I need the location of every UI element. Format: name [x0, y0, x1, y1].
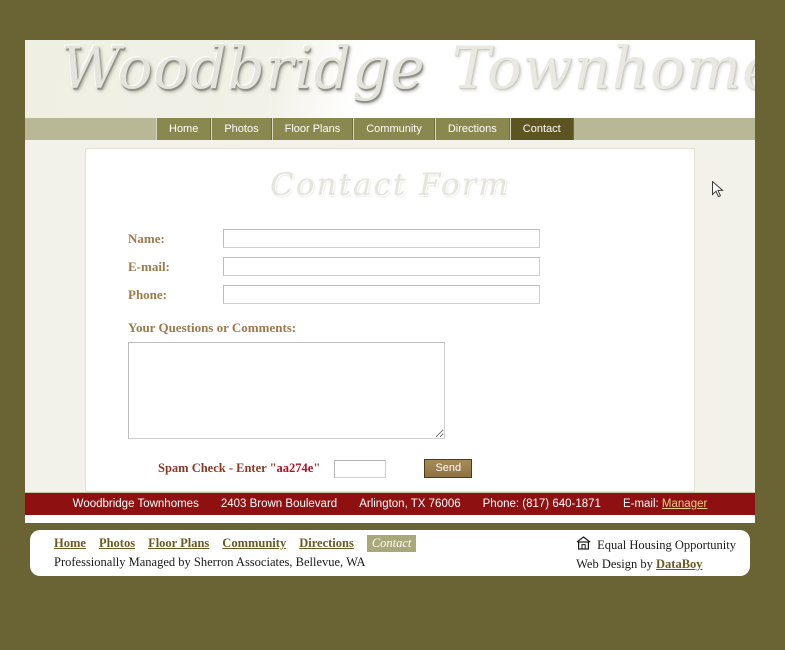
form-row-name: Name: — [128, 229, 694, 248]
nav-item-contact[interactable]: Contact — [509, 118, 574, 140]
manager-email-link[interactable]: Manager — [662, 498, 707, 510]
address-band: Woodbridge Townhomes 2403 Brown Boulevar… — [25, 492, 755, 515]
phone-input[interactable] — [223, 285, 540, 304]
form-row-email: E-mail: — [128, 257, 694, 276]
equal-housing-row: Equal Housing Opportunity — [576, 536, 736, 555]
footer-left: Home Photos Floor Plans Community Direct… — [44, 535, 417, 570]
footer-link-contact[interactable]: Contact — [366, 535, 417, 552]
logo-word-townhomes: Townhomes — [451, 40, 755, 102]
logo-word-woodbridge: Woodbridge — [61, 40, 426, 102]
footer-right: Equal Housing Opportunity Web Design by … — [576, 536, 736, 572]
browser-page: Woodbridge Townhomes Home Photos Floor Pl… — [25, 40, 755, 523]
property-phone: Phone: (817) 640-1871 — [482, 498, 601, 510]
comments-label: Your Questions or Comments: — [128, 320, 297, 335]
comments-textarea[interactable] — [128, 342, 445, 439]
footer-navigation: Home Photos Floor Plans Community Direct… — [54, 535, 417, 552]
contact-form: Name: E-mail: Phone: Your Questions or C… — [128, 229, 694, 478]
spam-check-label: Spam Check - Enter "aa274e" — [158, 461, 320, 476]
nav-item-floor-plans[interactable]: Floor Plans — [271, 118, 354, 140]
spam-prefix-text: Spam Check - Enter " — [158, 461, 277, 475]
footer-box: Home Photos Floor Plans Community Direct… — [30, 530, 750, 576]
name-input[interactable] — [223, 229, 540, 248]
property-street: 2403 Brown Boulevard — [220, 498, 338, 510]
nav-item-photos[interactable]: Photos — [211, 118, 272, 140]
web-design-credit: Web Design by DataBoy — [576, 557, 736, 572]
email-label: E-mail: — [128, 258, 170, 274]
spam-check-code: aa274e — [276, 461, 314, 475]
managed-by-text: Professionally Managed by Sherron Associ… — [54, 555, 366, 569]
main-navigation-bar: Home Photos Floor Plans Community Direct… — [25, 118, 755, 140]
footer-link-photos[interactable]: Photos — [99, 536, 135, 551]
nav-item-home[interactable]: Home — [156, 118, 212, 140]
footer-link-floor-plans[interactable]: Floor Plans — [148, 536, 209, 551]
spam-check-row: Spam Check - Enter "aa274e" Send — [158, 459, 694, 478]
form-row-phone: Phone: — [128, 285, 694, 304]
page-title: Contact Form — [270, 167, 510, 203]
nav-item-directions[interactable]: Directions — [434, 118, 510, 140]
site-masthead: Woodbridge Townhomes — [25, 40, 755, 118]
equal-housing-text: Equal Housing Opportunity — [597, 538, 736, 552]
footer-link-home[interactable]: Home — [54, 536, 86, 551]
content-outer: Contact Form Name: E-mail: Phone: Your Q… — [25, 140, 755, 492]
email-label: E-mail: — [622, 498, 659, 510]
send-button[interactable]: Send — [424, 459, 473, 478]
web-design-prefix: Web Design by — [576, 557, 656, 571]
house-icon — [576, 536, 591, 555]
footer-link-community[interactable]: Community — [222, 536, 286, 551]
name-label: Name: — [128, 230, 165, 246]
main-navigation-list: Home Photos Floor Plans Community Direct… — [156, 118, 574, 140]
property-name: Woodbridge Townhomes — [72, 498, 199, 510]
property-email-group: E-mail: Manager — [623, 498, 707, 510]
email-input[interactable] — [223, 257, 540, 276]
spam-suffix-text: " — [313, 461, 321, 475]
databoy-link[interactable]: DataBoy — [656, 557, 703, 571]
content-panel: Contact Form Name: E-mail: Phone: Your Q… — [85, 148, 695, 492]
site-logo: Woodbridge Townhomes — [61, 40, 755, 102]
spam-check-input[interactable] — [334, 459, 387, 478]
nav-item-community[interactable]: Community — [353, 118, 435, 140]
phone-label: Phone: — [128, 286, 167, 302]
footer-link-directions[interactable]: Directions — [299, 536, 354, 551]
property-city-state-zip: Arlington, TX 76006 — [359, 498, 461, 510]
